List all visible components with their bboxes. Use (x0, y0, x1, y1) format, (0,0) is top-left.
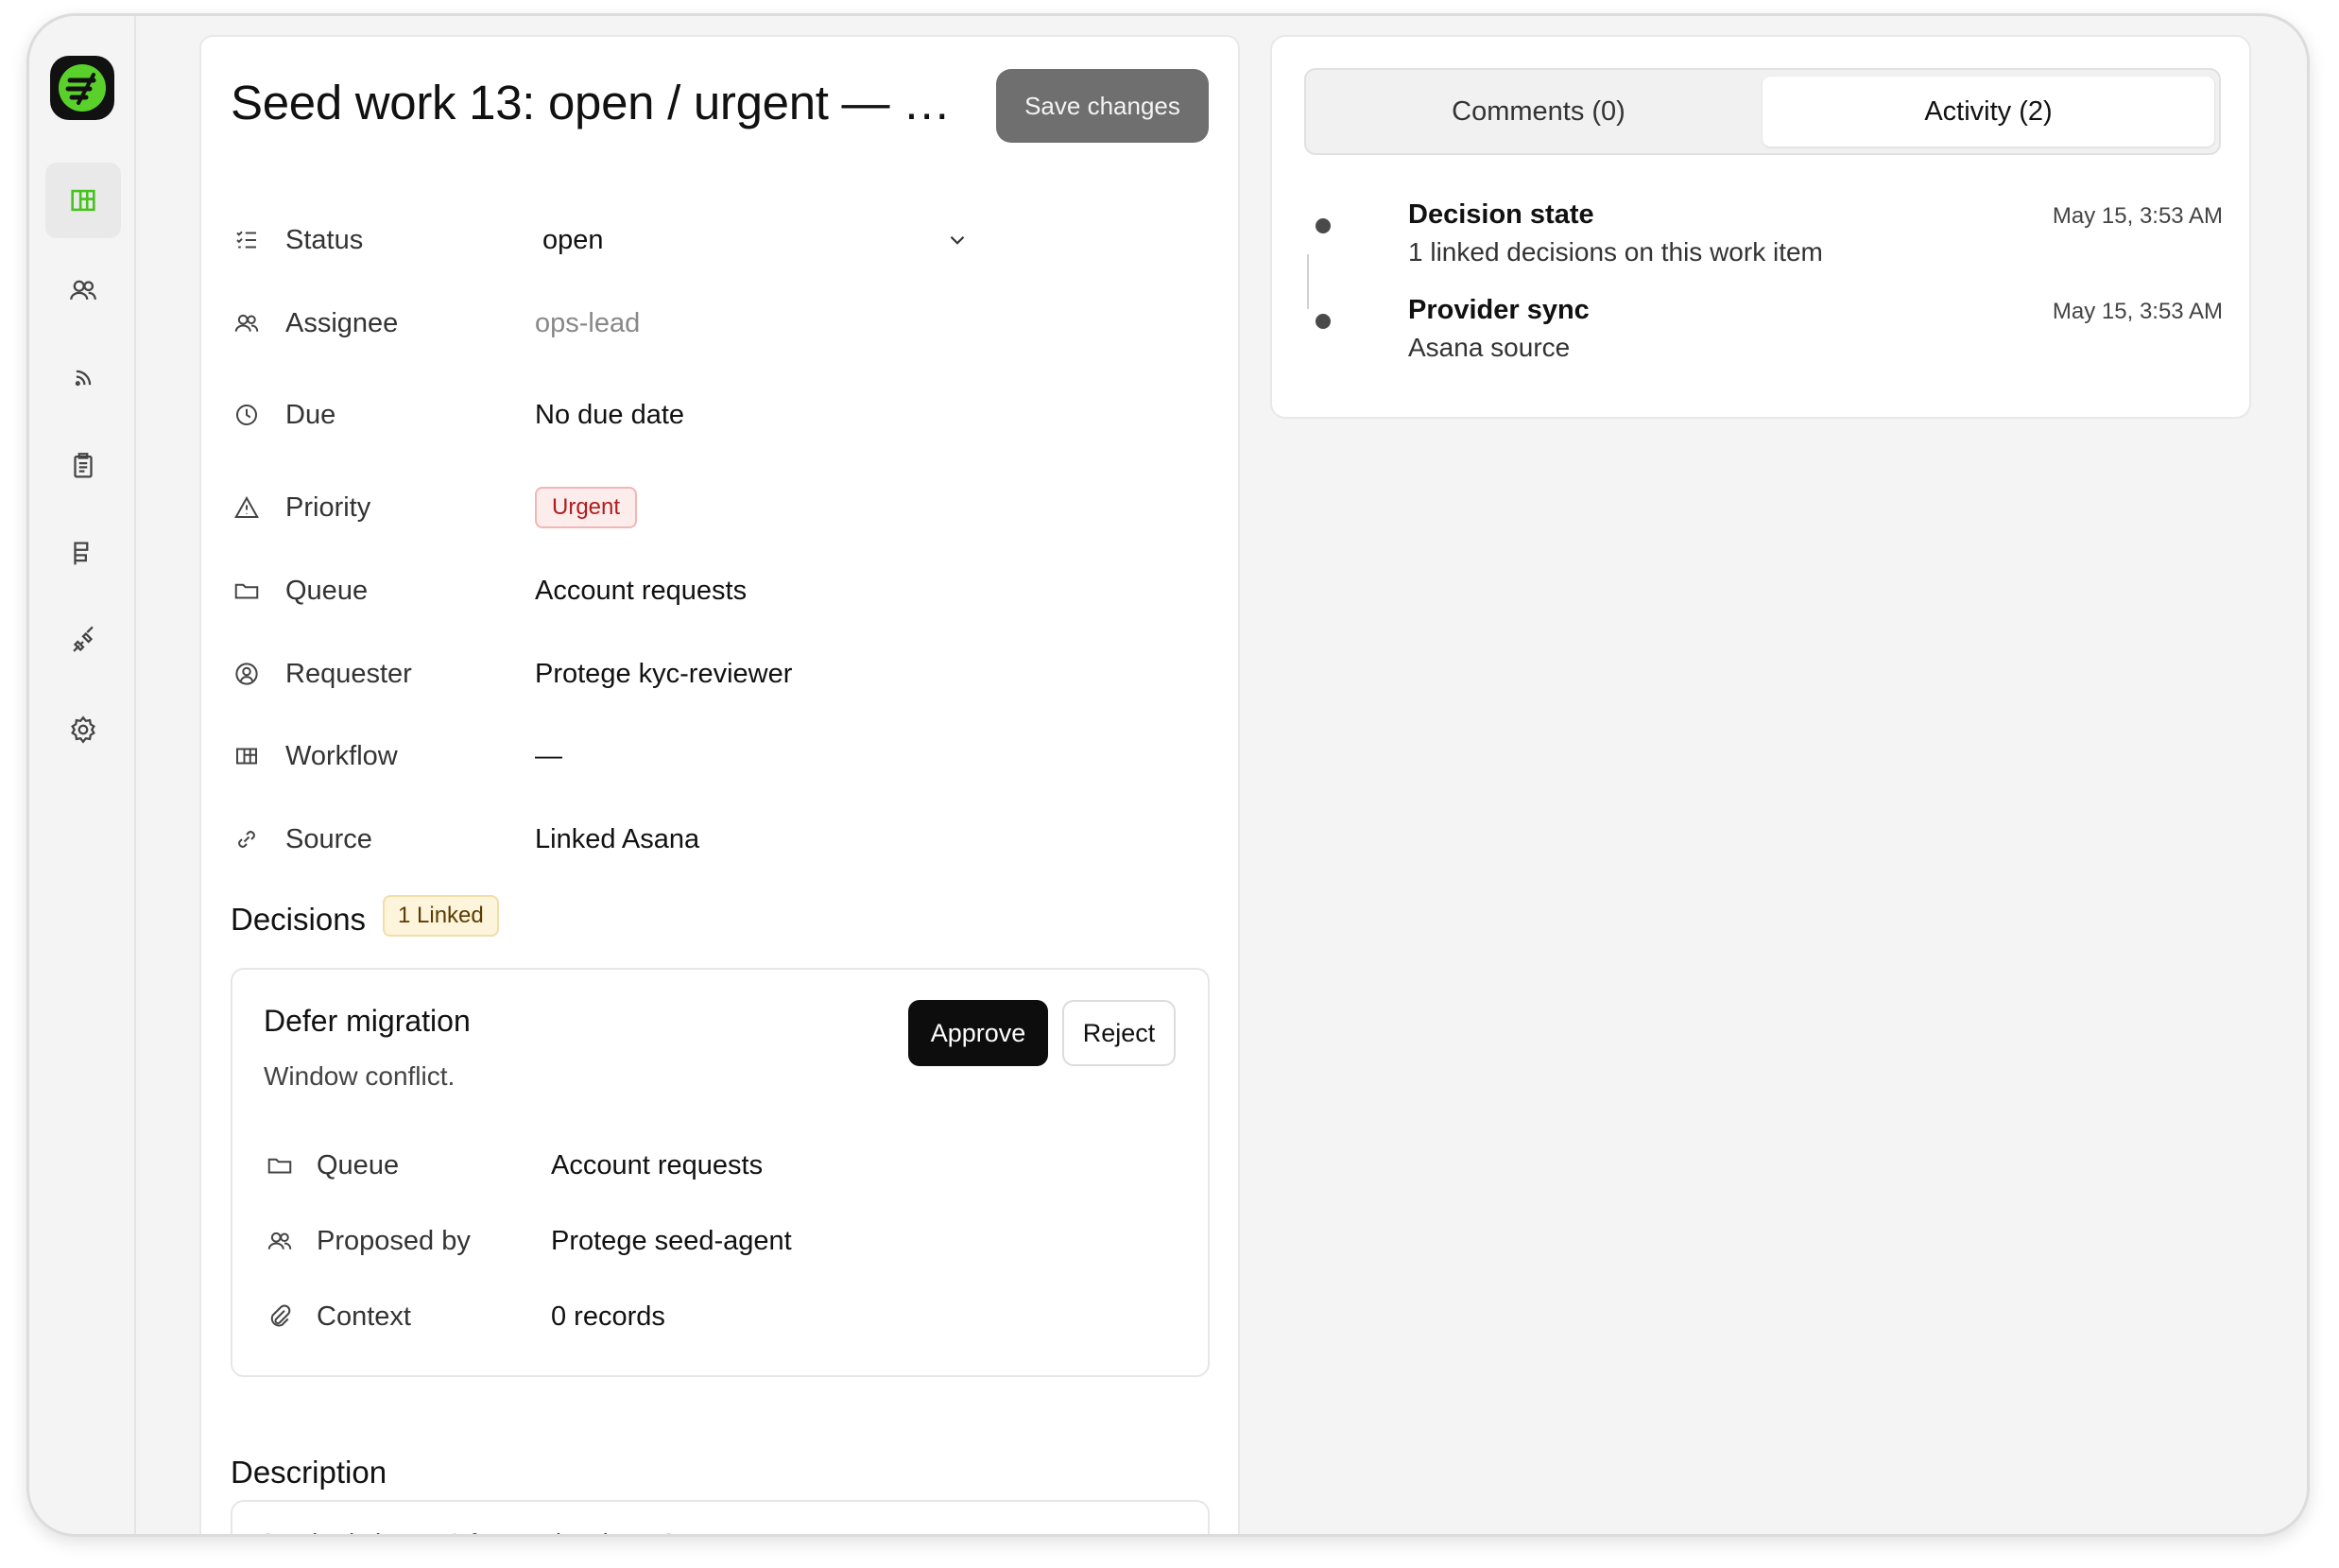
feed-icon (75, 370, 92, 387)
property-queue: Queue Account requests (231, 567, 1195, 614)
users-icon (264, 1225, 296, 1257)
workflow-value[interactable]: — (535, 741, 562, 772)
tab-comments[interactable]: Comments (0) (1313, 77, 1764, 146)
plug-icon (73, 626, 94, 652)
tab-bar: Comments (0) Activity (2) (1304, 68, 2221, 155)
assignee-field[interactable]: ops-lead (535, 308, 640, 339)
decision-title: Defer migration (264, 1004, 471, 1038)
linked-count-badge: 1 Linked (383, 895, 499, 937)
property-priority: Priority Urgent (231, 484, 1195, 531)
list-check-icon (231, 224, 263, 256)
description-heading: Description (231, 1455, 387, 1490)
activity-panel: Comments (0) Activity (2) Decision state… (1270, 35, 2251, 419)
due-date-field[interactable]: No due date (535, 400, 684, 431)
clipboard-icon (74, 453, 93, 478)
logo-icon (59, 64, 106, 112)
property-workflow: Workflow — (231, 732, 1195, 780)
sidebar-item-work[interactable] (45, 163, 121, 238)
clock-icon (231, 399, 263, 431)
property-due: Due No due date (231, 391, 1195, 439)
sidebar (29, 16, 136, 1534)
property-status: Status open (231, 216, 1195, 264)
sidebar-item-people[interactable] (45, 252, 121, 328)
work-item-detail: Seed work 13: open / urgent — ap... Save… (199, 35, 1240, 1534)
folder-icon (264, 1149, 296, 1181)
app-logo[interactable] (50, 56, 114, 120)
status-select[interactable]: open (535, 225, 970, 256)
sidebar-item-workflows[interactable] (45, 516, 121, 592)
folder-icon (231, 575, 263, 607)
board-icon (71, 189, 95, 212)
user-circle-icon (231, 658, 263, 690)
timeline-line (1307, 254, 1309, 309)
users-icon (70, 280, 96, 301)
activity-item: Decision state 1 linked decisions on thi… (1316, 199, 2223, 284)
property-assignee: Assignee ops-lead (231, 300, 1195, 347)
decision-card: Defer migration Window conflict. Approve… (231, 968, 1210, 1377)
priority-badge[interactable]: Urgent (535, 487, 638, 528)
sidebar-item-settings[interactable] (45, 692, 121, 767)
users-icon (231, 307, 263, 339)
decision-row-context: Context 0 records (264, 1293, 665, 1340)
decision-row-proposed-by: Proposed by Protege seed-agent (264, 1217, 792, 1265)
approve-button[interactable]: Approve (908, 1000, 1048, 1066)
tab-activity[interactable]: Activity (2) (1763, 77, 2214, 146)
source-value[interactable]: Linked Asana (535, 824, 699, 855)
timeline-dot (1316, 314, 1331, 329)
flow-icon (74, 542, 89, 565)
reject-button[interactable]: Reject (1062, 1000, 1176, 1066)
save-button[interactable]: Save changes (996, 69, 1209, 143)
timeline-dot (1316, 218, 1331, 233)
requester-value: Protege kyc-reviewer (535, 658, 793, 689)
decision-subtitle: Window conflict. (264, 1061, 456, 1091)
sidebar-item-tasks[interactable] (45, 428, 121, 504)
queue-value: Account requests (535, 575, 748, 606)
activity-item: Provider sync Asana source May 15, 3:53 … (1316, 295, 2223, 380)
description-field[interactable]: Synthetic item 13 for WorkHub UI QA. (231, 1500, 1210, 1534)
page-title: Seed work 13: open / urgent — ap... (231, 76, 977, 129)
warning-icon (231, 491, 263, 524)
gear-icon (71, 715, 95, 744)
sidebar-item-integrations[interactable] (45, 604, 121, 680)
decisions-heading: Decisions (231, 902, 367, 937)
property-requester: Requester Protege kyc-reviewer (231, 650, 1195, 698)
board-icon (231, 740, 263, 772)
chevron-down-icon (950, 235, 965, 245)
paperclip-icon (264, 1301, 296, 1333)
app-window: Seed work 13: open / urgent — ap... Save… (26, 13, 2310, 1537)
property-source: Source Linked Asana (231, 816, 1195, 863)
decision-row-queue: Queue Account requests (264, 1142, 763, 1189)
link-icon (231, 823, 263, 855)
sidebar-item-feed[interactable] (45, 340, 121, 416)
